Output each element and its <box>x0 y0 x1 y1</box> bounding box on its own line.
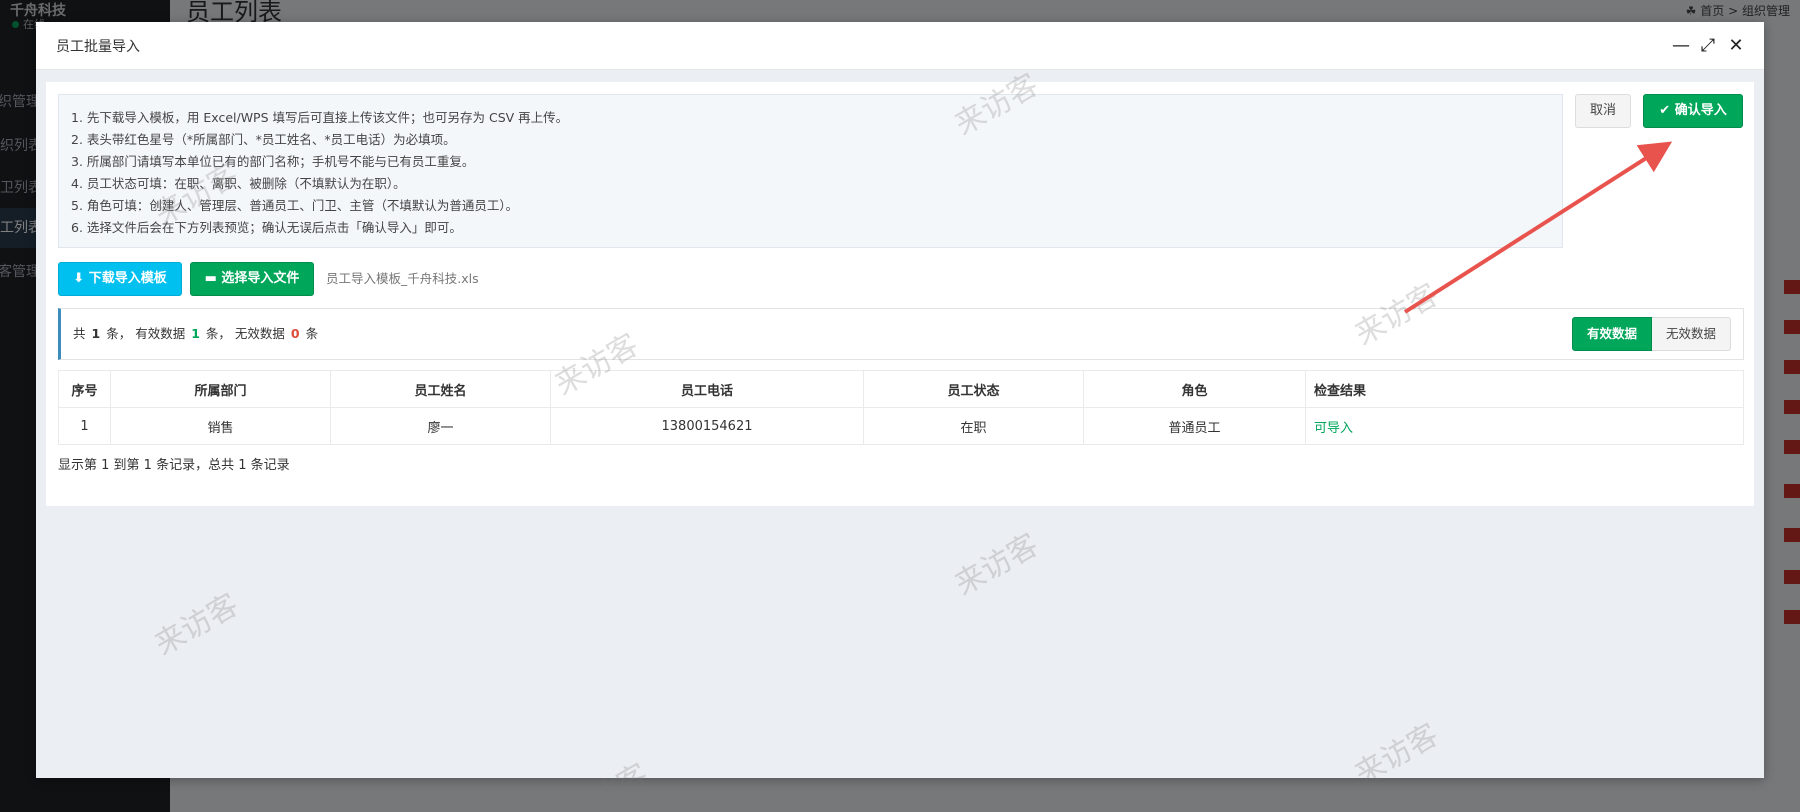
instruction-line: 5. 角色可填：创建人、管理层、普通员工、门卫、主管（不填默认为普通员工）。 <box>71 198 519 213</box>
valid-count: 1 <box>191 326 200 341</box>
instruction-line: 6. 选择文件后会在下方列表预览；确认无误后点击「确认导入」即可。 <box>71 220 462 235</box>
col-department[interactable]: 所属部门 <box>110 370 331 408</box>
instruction-line: 4. 员工状态可填：在职、离职、被删除（不填默认为在职）。 <box>71 176 406 191</box>
data-filter-toggle: 有效数据 无效数据 <box>1571 317 1731 351</box>
select-file-label: 选择导入文件 <box>221 271 300 286</box>
invalid-count: 0 <box>290 326 300 341</box>
download-template-label: 下载导入模板 <box>88 271 167 286</box>
maximize-icon[interactable]: ⤢ <box>1700 36 1716 54</box>
cell-role: 普通员工 <box>1083 407 1306 445</box>
col-status[interactable]: 员工状态 <box>863 370 1084 408</box>
confirm-import-label: 确认导入 <box>1674 103 1727 118</box>
cancel-button[interactable]: 取消 <box>1575 94 1631 128</box>
minimize-icon[interactable]: — <box>1672 36 1690 54</box>
modal-body: 1. 先下载导入模板，用 Excel/WPS 填写后可直接上传该文件；也可另存为… <box>36 70 1764 778</box>
import-modal: 员工批量导入 — ⤢ ✕ 1. 先下载导入模板，用 Excel/WPS 填写后可… <box>36 22 1764 778</box>
close-icon[interactable]: ✕ <box>1728 36 1744 54</box>
confirm-import-button[interactable]: ✔ 确认导入 <box>1643 94 1743 128</box>
col-phone[interactable]: 员工电话 <box>550 370 864 408</box>
col-name[interactable]: 员工姓名 <box>330 370 551 408</box>
instruction-line: 3. 所属部门请填写本单位已有的部门名称；手机号不能与已有员工重复。 <box>71 154 475 169</box>
cell-name: 廖一 <box>330 407 551 445</box>
pagination-info: 显示第 1 到第 1 条记录，总共 1 条记录 <box>58 458 290 473</box>
col-role[interactable]: 角色 <box>1083 370 1306 408</box>
invalid-data-tab[interactable]: 无效数据 <box>1651 317 1731 351</box>
summary-text: 共 1 条， 有效数据 1 条， 无效数据 0 条 <box>73 326 319 341</box>
cell-department: 销售 <box>110 407 331 445</box>
total-count: 1 <box>91 326 101 341</box>
modal-header: 员工批量导入 — ⤢ ✕ <box>36 22 1764 70</box>
col-check-result[interactable]: 检查结果 <box>1305 370 1744 408</box>
import-summary: 共 1 条， 有效数据 1 条， 无效数据 0 条 有效数据 无效数据 <box>58 308 1744 360</box>
cell-status: 在职 <box>863 407 1084 445</box>
valid-data-tab[interactable]: 有效数据 <box>1571 317 1652 351</box>
instruction-line: 2. 表头带红色星号（*所属部门、*员工姓名、*员工电话）为必填项。 <box>71 132 456 147</box>
preview-table: 序号 所属部门 员工姓名 员工电话 员工状态 角色 检查结果 1 销售 廖一 1 <box>58 370 1744 445</box>
folder-icon: ▬ <box>204 271 217 286</box>
table-header-row: 序号 所属部门 员工姓名 员工电话 员工状态 角色 检查结果 <box>58 370 1744 408</box>
download-template-button[interactable]: ⬇ 下载导入模板 <box>58 262 182 296</box>
modal-title: 员工批量导入 <box>56 38 140 55</box>
check-icon: ✔ <box>1659 103 1671 118</box>
modal-tools: — ⤢ ✕ <box>1672 36 1744 54</box>
import-instructions: 1. 先下载导入模板，用 Excel/WPS 填写后可直接上传该文件；也可另存为… <box>58 94 1563 248</box>
instruction-line: 1. 先下载导入模板，用 Excel/WPS 填写后可直接上传该文件；也可另存为… <box>71 110 569 125</box>
col-index[interactable]: 序号 <box>58 370 111 408</box>
select-file-button[interactable]: ▬ 选择导入文件 <box>190 262 314 296</box>
cell-check-result: 可导入 <box>1305 407 1744 445</box>
import-panel: 1. 先下载导入模板，用 Excel/WPS 填写后可直接上传该文件；也可另存为… <box>46 82 1754 506</box>
cell-phone: 13800154621 <box>550 407 864 445</box>
table-row[interactable]: 1 销售 廖一 13800154621 在职 普通员工 可导入 <box>58 407 1744 445</box>
selected-filename: 员工导入模板_千舟科技.xls <box>326 271 479 286</box>
download-icon: ⬇ <box>73 271 85 286</box>
cell-index: 1 <box>58 407 111 445</box>
